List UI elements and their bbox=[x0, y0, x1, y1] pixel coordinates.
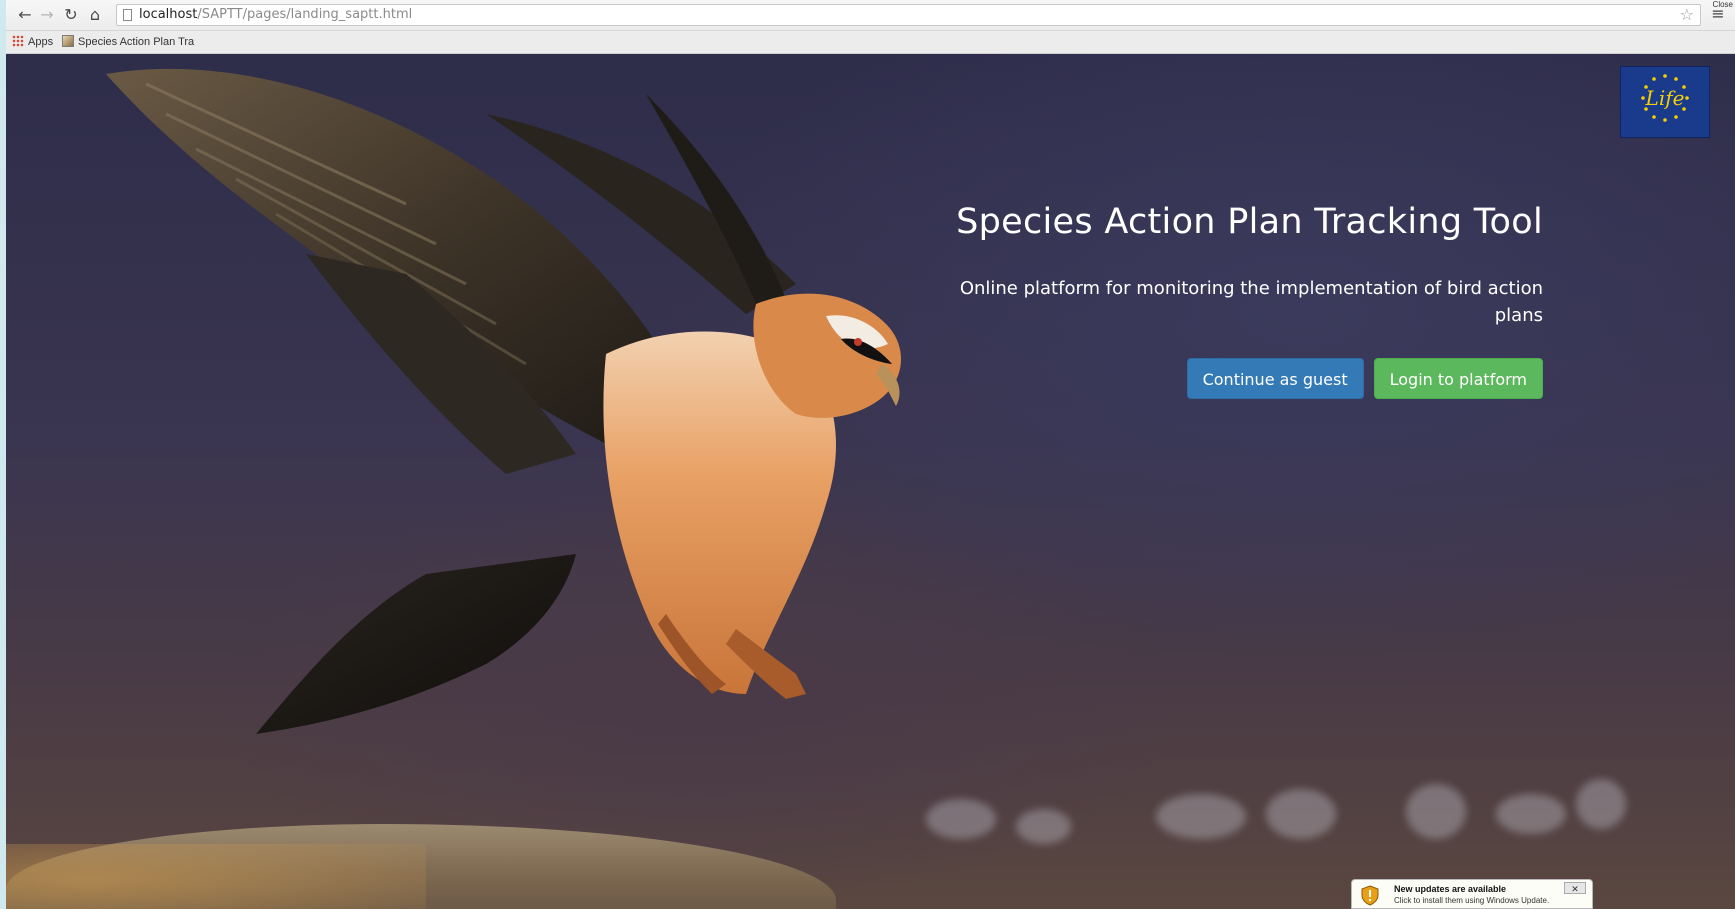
bookmark-label: Species Action Plan Tra bbox=[78, 36, 195, 48]
back-arrow-icon[interactable]: ← bbox=[14, 4, 36, 26]
rock-highlight bbox=[6, 844, 426, 909]
life-logo-text: Life bbox=[1645, 86, 1685, 110]
notification-title: New updates are available bbox=[1394, 884, 1507, 894]
background-bokeh bbox=[1016, 809, 1071, 844]
bookmark-star-icon[interactable]: ☆ bbox=[1680, 5, 1694, 24]
eu-life-logo[interactable]: Life bbox=[1620, 66, 1710, 138]
background-bokeh bbox=[1156, 794, 1246, 839]
bookmark-label: Apps bbox=[28, 36, 54, 48]
close-icon[interactable]: ✕ bbox=[1564, 882, 1586, 894]
notification-text: Click to install them using Windows Upda… bbox=[1394, 896, 1550, 905]
eu-stars-icon: Life bbox=[1641, 74, 1689, 122]
action-buttons: Continue as guest Login to platform bbox=[943, 358, 1543, 399]
background-bokeh bbox=[1576, 779, 1626, 829]
vulture-wing-left bbox=[106, 68, 686, 474]
bookmarks-bar: Apps Species Action Plan Tra bbox=[6, 31, 1735, 54]
hero-panel: Species Action Plan Tracking Tool Online… bbox=[943, 204, 1543, 399]
home-icon[interactable]: ⌂ bbox=[84, 4, 106, 26]
reload-icon[interactable]: ↻ bbox=[60, 4, 82, 26]
vulture-eye bbox=[854, 338, 862, 346]
browser-toolbar: ← → ↻ ⌂ localhost/SAPTT/pages/landing_sa… bbox=[6, 0, 1735, 31]
login-button[interactable]: Login to platform bbox=[1373, 358, 1543, 399]
address-bar[interactable]: localhost/SAPTT/pages/landing_saptt.html… bbox=[116, 4, 1701, 26]
continue-as-guest-button[interactable]: Continue as guest bbox=[1186, 358, 1364, 399]
apps-grid-icon bbox=[12, 35, 24, 47]
page-title: Species Action Plan Tracking Tool bbox=[956, 202, 1543, 242]
background-bokeh bbox=[1266, 789, 1336, 839]
page-subtitle: Online platform for monitoring the imple… bbox=[959, 278, 1543, 326]
url-text[interactable]: localhost/SAPTT/pages/landing_saptt.html bbox=[139, 7, 412, 23]
windows-update-notification[interactable]: New updates are available Click to insta… bbox=[1351, 879, 1593, 909]
background-bokeh bbox=[1496, 794, 1566, 834]
forward-arrow-icon[interactable]: → bbox=[36, 4, 58, 26]
page-viewport: Life Species Action Plan Tracking Tool O… bbox=[6, 54, 1735, 909]
vulture-tail bbox=[256, 554, 576, 734]
bookmark-apps[interactable]: Apps bbox=[12, 34, 53, 50]
url-path: /SAPTT/pages/landing_saptt.html bbox=[197, 7, 413, 22]
browser-window: ← → ↻ ⌂ localhost/SAPTT/pages/landing_sa… bbox=[6, 0, 1735, 909]
bookmark-species-action-plan[interactable]: Species Action Plan Tra bbox=[62, 34, 194, 50]
window-close-label[interactable]: Close bbox=[1713, 0, 1733, 9]
shield-icon bbox=[1361, 885, 1379, 906]
page-icon bbox=[123, 9, 132, 21]
url-host: localhost bbox=[139, 7, 198, 22]
favicon-icon bbox=[62, 35, 74, 47]
background-bokeh bbox=[1406, 784, 1466, 839]
bearded-vulture-image bbox=[106, 68, 901, 734]
